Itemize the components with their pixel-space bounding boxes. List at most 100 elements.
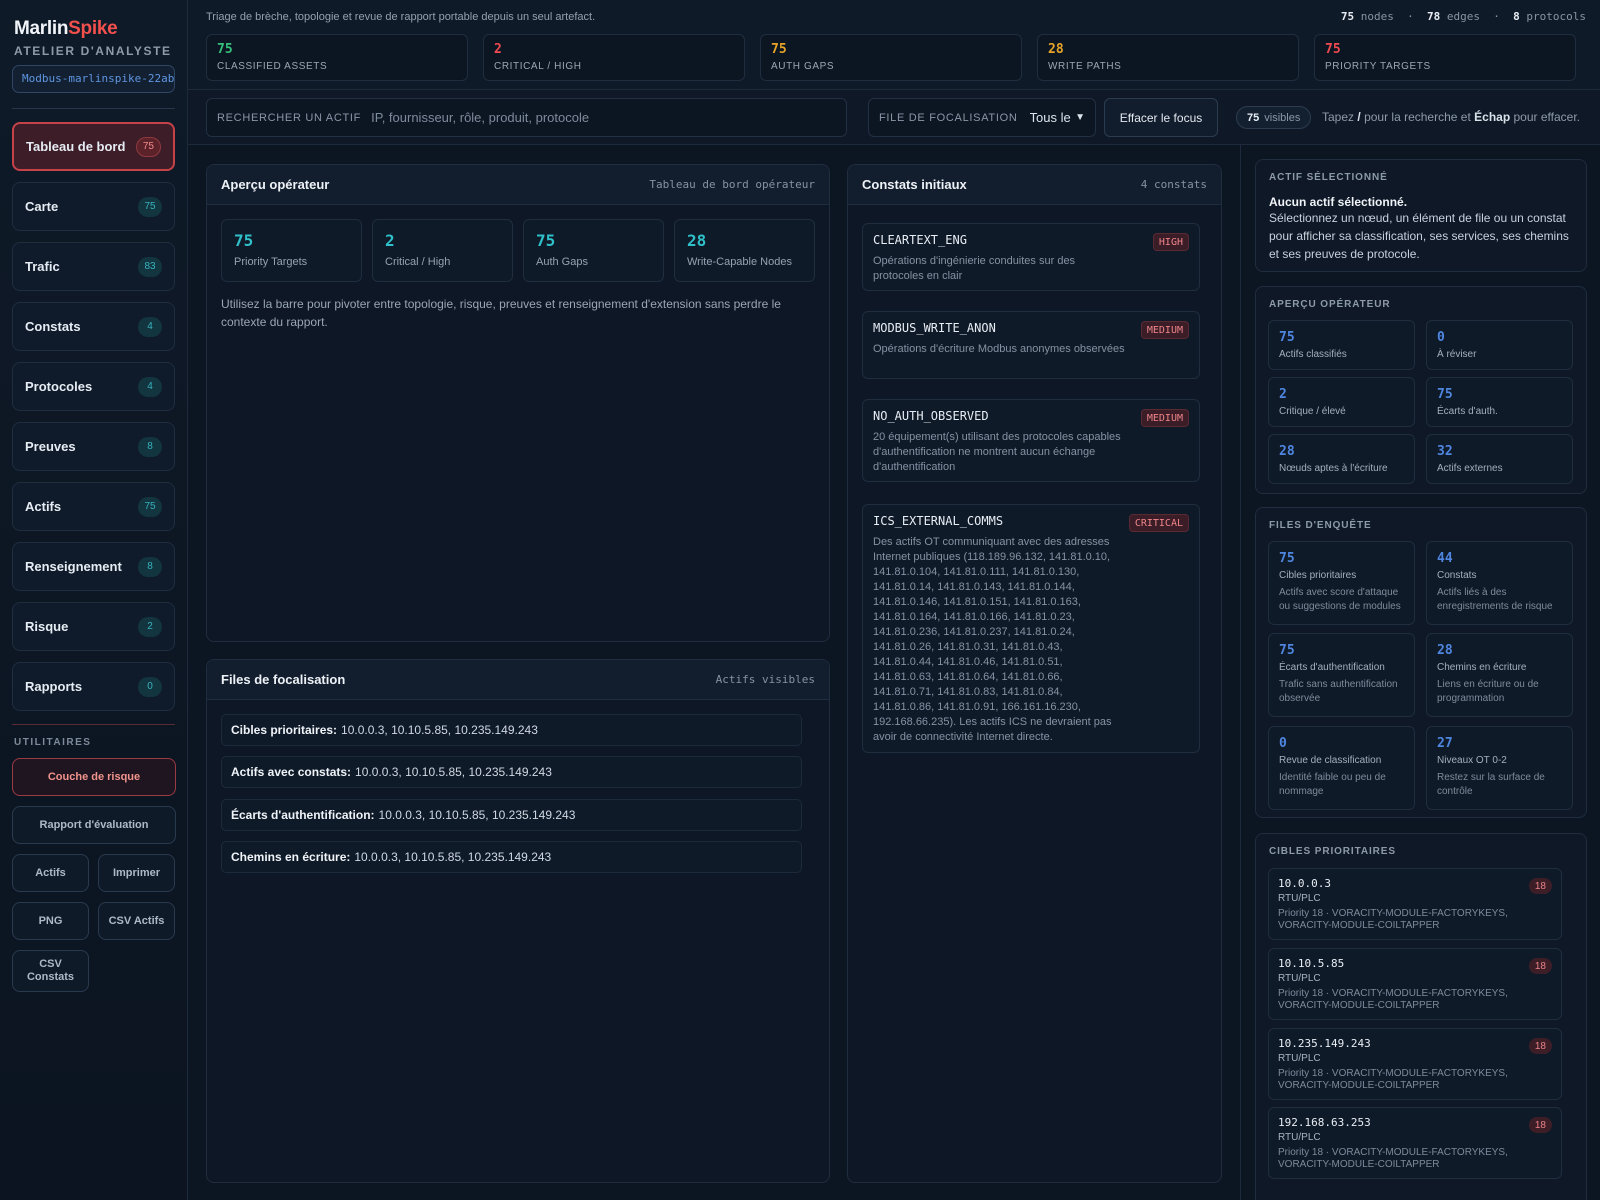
kpi-write-paths[interactable]: 28 WRITE PATHS — [1037, 34, 1299, 81]
finding-modbus-write-anon[interactable]: MODBUS_WRITE_ANON Opérations d'écriture … — [862, 311, 1200, 379]
inquiry-files-box: FILES D'ENQUÊTE 75 Cibles prioritaires Act… — [1255, 507, 1587, 818]
sidebar-item-map[interactable]: Carte 75 — [12, 182, 175, 231]
kpi-critical-high[interactable]: 2 CRITICAL / HIGH — [483, 34, 745, 81]
kpi-classified-assets[interactable]: 75 CLASSIFIED ASSETS — [206, 34, 468, 81]
focus-row-priority-targets[interactable]: Cibles prioritaires: 10.0.0.3, 10.10.5.85… — [221, 714, 802, 746]
inquiry-findings[interactable]: 44 Constats Actifs liés à des enregistreme… — [1426, 541, 1573, 625]
inquiry-ot-levels[interactable]: 27 Niveaux OT 0-2 Restez sur la surface de… — [1426, 726, 1573, 810]
evaluation-report-button[interactable]: Rapport d'évaluation — [12, 806, 176, 844]
risk-layer-button[interactable]: Couche de risque — [12, 758, 176, 796]
target-item[interactable]: 10.235.149.243 RTU/PLC Priority 18 · VOR… — [1268, 1028, 1562, 1100]
search-toolbar: RECHERCHER UN ACTIF FILE DE FOCALISATION… — [188, 90, 1600, 145]
inquiry-classification-review[interactable]: 0 Revue de classification Identité faible … — [1268, 726, 1415, 810]
inquiry-auth-gaps[interactable]: 75 Écarts d'authentification Trafic sans a… — [1268, 633, 1415, 717]
card-label: Auth Gaps — [536, 256, 588, 268]
sidebar-item-evidence[interactable]: Preuves 8 — [12, 422, 175, 471]
kpi-value: 75 — [1325, 42, 1341, 57]
kpi-value: 75 — [217, 42, 233, 57]
overview-card-critical-high[interactable]: 2 Critical / High — [372, 219, 513, 282]
target-score-badge: 18 — [1528, 1038, 1552, 1054]
finding-description: Opérations d'ingénierie conduites sur de… — [873, 255, 1076, 282]
artifact-selector[interactable]: Modbus-marlinspike-22ab — [12, 65, 175, 93]
sidebar-item-assets[interactable]: Actifs 75 — [12, 482, 175, 531]
target-item[interactable]: 10.10.5.85 RTU/PLC Priority 18 · VORACIT… — [1268, 948, 1562, 1020]
kpi-label: CLASSIFIED ASSETS — [217, 61, 328, 72]
focus-row-write-paths[interactable]: Chemins en écriture: 10.0.0.3, 10.10.5.85… — [221, 841, 802, 873]
severity-badge: CRITICAL — [1128, 514, 1189, 532]
overview-card-priority-targets[interactable]: 75 Priority Targets — [221, 219, 362, 282]
target-role: RTU/PLC — [1278, 1132, 1321, 1143]
kpi-priority-targets[interactable]: 75 PRIORITY TARGETS — [1314, 34, 1576, 81]
target-ip: 10.10.5.85 — [1278, 957, 1345, 970]
utility-buttons: Actifs Imprimer PNG CSV Actifs CSV Consta… — [12, 854, 176, 992]
target-ip: 192.168.63.253 — [1278, 1116, 1371, 1129]
csv-assets-button[interactable]: CSV Actifs — [98, 902, 175, 940]
sidebar-item-risk[interactable]: Risque 2 — [12, 602, 175, 651]
focus-row-assets-with-findings[interactable]: Actifs avec constats: 10.0.0.3, 10.10.5.8… — [221, 756, 802, 788]
card-value: 2 — [385, 231, 395, 250]
metric-to-review[interactable]: 0À réviser — [1426, 320, 1573, 370]
sidebar-item-traffic[interactable]: Trafic 83 — [12, 242, 175, 291]
export-assets-button[interactable]: Actifs — [12, 854, 89, 892]
sidebar-item-label: Protocoles — [25, 379, 93, 394]
kpi-auth-gaps[interactable]: 75 AUTH GAPS — [760, 34, 1022, 81]
metric-classified-assets[interactable]: 75 Actifs classifiés — [1268, 320, 1415, 370]
severity-badge: MEDIUM — [1140, 409, 1189, 427]
search-input[interactable] — [371, 110, 836, 125]
metric-external-assets[interactable]: 32 Actifs externes — [1426, 434, 1573, 484]
chevron-down-icon: ▼ — [1075, 112, 1085, 123]
target-item[interactable]: 192.168.63.253 RTU/PLC Priority 18 · VOR… — [1268, 1107, 1562, 1179]
sidebar-item-intelligence[interactable]: Renseignement 8 — [12, 542, 175, 591]
overview-card-auth-gaps[interactable]: 75 Auth Gaps — [523, 219, 664, 282]
tagline: Triage de brèche, topologie et revue de … — [206, 11, 596, 23]
severity-badge: HIGH — [1152, 233, 1189, 251]
csv-findings-button[interactable]: CSV Constats — [12, 950, 89, 992]
section-title: ACTIF SÉLECTIONNÉ — [1269, 172, 1388, 183]
target-detail: Priority 18 · VORACITY-MODULE-FACTORYKEY… — [1278, 1147, 1508, 1170]
sidebar-item-findings[interactable]: Constats 4 — [12, 302, 175, 351]
sidebar-item-count: 75 — [138, 196, 162, 217]
panel-header: Files de focalisation Actifs visibles — [207, 660, 829, 700]
brand-logo[interactable]: MarlinSpike — [14, 18, 175, 40]
sidebar-item-protocols[interactable]: Protocoles 4 — [12, 362, 175, 411]
search-label: RECHERCHER UN ACTIF — [217, 111, 362, 124]
inquiry-write-paths[interactable]: 28 Chemins en écriture Liens en écriture o… — [1426, 633, 1573, 717]
metric-auth-gaps[interactable]: 75 Écarts d'auth. — [1426, 377, 1573, 427]
finding-cleartext-eng[interactable]: CLEARTEXT_ENG Opérations d'ingénierie co… — [862, 223, 1200, 291]
brand-subtitle: ATELIER D'ANALYSTE — [14, 44, 172, 58]
focus-queue-label: FILE DE FOCALISATION — [879, 111, 1018, 124]
target-item[interactable]: 10.0.0.3 RTU/PLC Priority 18 · VORACITY-… — [1268, 868, 1562, 940]
target-detail: Priority 18 · VORACITY-MODULE-FACTORYKEY… — [1278, 908, 1508, 931]
sidebar-item-count: 83 — [138, 256, 162, 277]
focus-queue-value: Tous les — [1029, 110, 1072, 125]
target-role: RTU/PLC — [1278, 973, 1321, 984]
metric-write-capable-nodes[interactable]: 28 Nœuds aptes à l'écriture — [1268, 434, 1415, 484]
finding-code: CLEARTEXT_ENG — [873, 233, 967, 247]
sidebar-item-count: 2 — [138, 616, 162, 637]
inquiry-priority-targets[interactable]: 75 Cibles prioritaires Actifs avec score d… — [1268, 541, 1415, 625]
overview-card-write-capable[interactable]: 28 Write-Capable Nodes — [674, 219, 815, 282]
metric-critical-high[interactable]: 2 Critique / élevé — [1268, 377, 1415, 427]
focus-queue-select[interactable]: FILE DE FOCALISATION Tous les ▼ — [868, 98, 1096, 137]
clear-focus-button[interactable]: Effacer le focus — [1104, 98, 1218, 137]
sidebar-divider — [12, 108, 175, 109]
focus-row-auth-gaps[interactable]: Écarts d'authentification: 10.0.0.3, 10.1… — [221, 799, 802, 831]
kpi-label: AUTH GAPS — [771, 61, 835, 72]
sidebar-item-label: Renseignement — [25, 559, 122, 574]
utilities-divider — [12, 724, 175, 725]
target-detail: Priority 18 · VORACITY-MODULE-FACTORYKEY… — [1278, 988, 1508, 1011]
export-png-button[interactable]: PNG — [12, 902, 89, 940]
sidebar-item-label: Carte — [25, 199, 59, 214]
sidebar-item-reports[interactable]: Rapports 0 — [12, 662, 175, 711]
finding-no-auth-observed[interactable]: NO_AUTH_OBSERVED 20 équipement(s) utilis… — [862, 399, 1200, 482]
finding-ics-external-comms[interactable]: ICS_EXTERNAL_COMMS Des actifs OT communi… — [862, 504, 1200, 753]
kpi-value: 2 — [494, 42, 502, 57]
sidebar-item-dashboard[interactable]: Tableau de bord 75 — [12, 122, 175, 171]
brand-name-main: Marlin — [14, 18, 69, 39]
panel-title: Files de focalisation — [221, 672, 346, 687]
target-ip: 10.235.149.243 — [1278, 1037, 1371, 1050]
print-button[interactable]: Imprimer — [98, 854, 175, 892]
target-detail: Priority 18 · VORACITY-MODULE-FACTORYKEY… — [1278, 1068, 1508, 1091]
panel-title: Constats initiaux — [862, 177, 967, 192]
finding-description: Des actifs OT communiquant avec des adre… — [873, 536, 1112, 743]
